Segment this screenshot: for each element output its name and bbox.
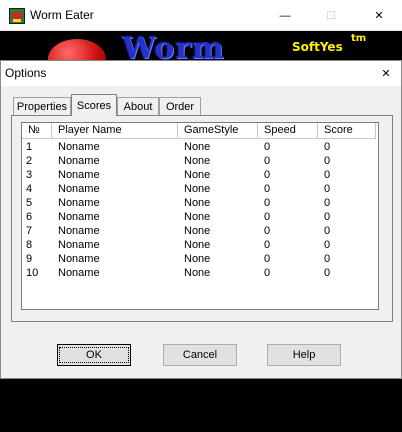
main-window-titlebar[interactable]: Worm Eater — ☐ ✕ — [0, 0, 402, 31]
cell-score: 0 — [324, 183, 331, 195]
cell-score: 0 — [324, 253, 331, 265]
cell-gamestyle: None — [184, 239, 211, 251]
cell-number: 6 — [26, 211, 33, 223]
table-row[interactable]: 6 Noname None 0 0 — [22, 210, 378, 224]
cell-score: 0 — [324, 155, 331, 167]
dialog-close-button[interactable]: ✕ — [375, 63, 397, 83]
cell-number: 7 — [26, 225, 33, 237]
scores-list-header: № Player Name GameStyle Speed Score — [22, 123, 378, 139]
cell-score: 0 — [324, 239, 331, 251]
cell-gamestyle: None — [184, 183, 211, 195]
cell-speed: 0 — [264, 253, 271, 265]
cell-gamestyle: None — [184, 197, 211, 209]
column-header-score[interactable]: Score — [318, 123, 376, 139]
cell-number: 8 — [26, 239, 33, 251]
table-row[interactable]: 8 Noname None 0 0 — [22, 238, 378, 252]
cell-player-name: Noname — [58, 253, 100, 265]
tab-scores[interactable]: Scores — [71, 94, 117, 116]
banner-brand: SoftYes — [292, 40, 343, 54]
cell-player-name: Noname — [58, 267, 100, 279]
cell-player-name: Noname — [58, 183, 100, 195]
cell-speed: 0 — [264, 225, 271, 237]
cell-score: 0 — [324, 169, 331, 181]
cell-player-name: Noname — [58, 197, 100, 209]
cell-gamestyle: None — [184, 141, 211, 153]
table-row[interactable]: 3 Noname None 0 0 — [22, 168, 378, 182]
game-banner: Worm SoftYes tm — [0, 31, 402, 60]
cell-player-name: Noname — [58, 141, 100, 153]
column-header-player-name[interactable]: Player Name — [52, 123, 178, 139]
cell-score: 0 — [324, 225, 331, 237]
minimize-button[interactable]: — — [262, 0, 308, 31]
cell-player-name: Noname — [58, 169, 100, 181]
scores-tab-panel: № Player Name GameStyle Speed Score 1 Non… — [11, 115, 393, 322]
cell-score: 0 — [324, 141, 331, 153]
table-row[interactable]: 2 Noname None 0 0 — [22, 154, 378, 168]
cell-speed: 0 — [264, 211, 271, 223]
cell-player-name: Noname — [58, 225, 100, 237]
tab-order[interactable]: Order — [159, 97, 201, 116]
cell-player-name: Noname — [58, 155, 100, 167]
tab-about[interactable]: About — [117, 97, 159, 116]
cell-gamestyle: None — [184, 155, 211, 167]
dialog-titlebar[interactable]: Options ✕ — [1, 61, 401, 86]
table-row[interactable]: 7 Noname None 0 0 — [22, 224, 378, 238]
cell-gamestyle: None — [184, 253, 211, 265]
cell-speed: 0 — [264, 141, 271, 153]
cell-speed: 0 — [264, 155, 271, 167]
cell-number: 3 — [26, 169, 33, 181]
cell-score: 0 — [324, 211, 331, 223]
cell-number: 1 — [26, 141, 33, 153]
cell-number: 10 — [26, 267, 39, 279]
column-header-gamestyle[interactable]: GameStyle — [178, 123, 258, 139]
table-row[interactable]: 1 Noname None 0 0 — [22, 140, 378, 154]
table-row[interactable]: 5 Noname None 0 0 — [22, 196, 378, 210]
table-row[interactable]: 10 Noname None 0 0 — [22, 266, 378, 280]
cell-player-name: Noname — [58, 239, 100, 251]
cell-number: 5 — [26, 197, 33, 209]
dialog-title: Options — [5, 66, 47, 80]
cell-score: 0 — [324, 197, 331, 209]
ok-button[interactable]: OK — [57, 344, 131, 366]
worm-eater-app-icon — [9, 8, 25, 24]
close-window-button[interactable]: ✕ — [356, 0, 402, 31]
cell-speed: 0 — [264, 239, 271, 251]
scores-list[interactable]: № Player Name GameStyle Speed Score 1 Non… — [21, 122, 379, 310]
ok-button-label: OK — [59, 347, 129, 363]
banner-title: Worm — [122, 31, 225, 61]
cell-gamestyle: None — [184, 267, 211, 279]
column-header-number[interactable]: № — [22, 123, 52, 139]
main-window-title: Worm Eater — [30, 8, 94, 22]
cell-speed: 0 — [264, 169, 271, 181]
cell-gamestyle: None — [184, 225, 211, 237]
cell-gamestyle: None — [184, 169, 211, 181]
cell-number: 4 — [26, 183, 33, 195]
tab-properties[interactable]: Properties — [13, 97, 71, 116]
cancel-button[interactable]: Cancel — [163, 344, 237, 366]
maximize-button[interactable]: ☐ — [308, 0, 354, 31]
red-ball-graphic — [48, 39, 106, 60]
options-dialog: Options ✕ Properties Scores About Order … — [0, 60, 402, 379]
scores-list-rows: 1 Noname None 0 0 2 Noname None 0 0 3 Noname None 0… — [22, 140, 378, 280]
cell-score: 0 — [324, 267, 331, 279]
cell-number: 9 — [26, 253, 33, 265]
cell-player-name: Noname — [58, 211, 100, 223]
cell-number: 2 — [26, 155, 33, 167]
column-header-speed[interactable]: Speed — [258, 123, 318, 139]
banner-trademark: tm — [351, 33, 367, 44]
table-row[interactable]: 4 Noname None 0 0 — [22, 182, 378, 196]
help-button[interactable]: Help — [267, 344, 341, 366]
cell-gamestyle: None — [184, 211, 211, 223]
cell-speed: 0 — [264, 267, 271, 279]
cell-speed: 0 — [264, 183, 271, 195]
table-row[interactable]: 9 Noname None 0 0 — [22, 252, 378, 266]
cell-speed: 0 — [264, 197, 271, 209]
